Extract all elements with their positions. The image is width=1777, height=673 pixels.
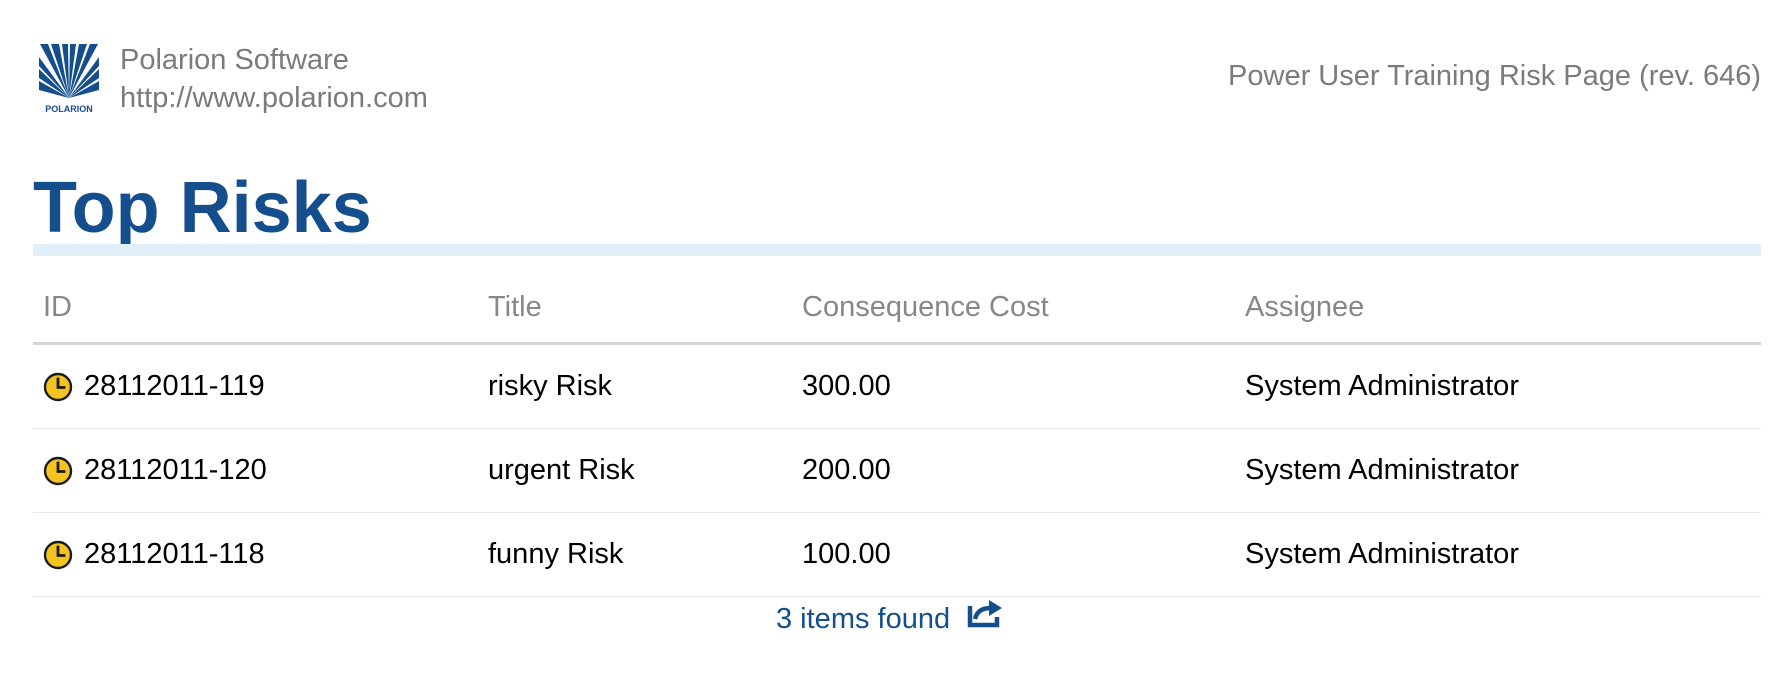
polarion-logo-icon: POLARION <box>39 44 99 114</box>
risk-id-cell: 28112011-119 <box>43 345 265 428</box>
title-underline <box>33 244 1761 256</box>
logo-text: POLARION <box>45 104 93 114</box>
clock-icon <box>43 540 73 569</box>
column-header-title[interactable]: Title <box>488 272 542 342</box>
risk-title-cell: risky Risk <box>488 370 613 402</box>
risk-id-cell: 28112011-120 <box>43 429 267 512</box>
risk-assignee-cell: System Administrator <box>1245 538 1519 570</box>
risk-id-cell: 28112011-118 <box>43 513 265 596</box>
risk-id-link[interactable]: 28112011-119 <box>84 370 265 403</box>
clock-icon <box>43 372 73 401</box>
page-reference: Power User Training Risk Page (rev. 646) <box>1228 60 1761 92</box>
risk-assignee-cell: System Administrator <box>1245 370 1519 402</box>
export-icon[interactable] <box>966 598 1006 628</box>
risk-id-link[interactable]: 28112011-118 <box>84 538 265 571</box>
table-row[interactable]: 28112011-119 risky Risk 300.00 System Ad… <box>33 345 1761 429</box>
company-url[interactable]: http://www.polarion.com <box>120 79 428 117</box>
table-header-row: ID Title Consequence Cost Assignee <box>33 272 1761 345</box>
items-found-link[interactable]: 3 items found <box>776 603 950 636</box>
column-header-id[interactable]: ID <box>43 272 72 342</box>
risk-cost-cell: 100.00 <box>802 538 891 570</box>
risk-title-cell: urgent Risk <box>488 454 635 486</box>
risk-cost-cell: 200.00 <box>802 454 891 486</box>
clock-icon <box>43 456 73 485</box>
risk-report-page: POLARION Polarion Software http://www.po… <box>0 0 1777 673</box>
table-row[interactable]: 28112011-120 urgent Risk 200.00 System A… <box>33 429 1761 513</box>
risk-title-cell: funny Risk <box>488 538 624 570</box>
results-summary: 3 items found <box>776 599 1006 636</box>
risk-cost-cell: 300.00 <box>802 370 891 402</box>
risk-assignee-cell: System Administrator <box>1245 454 1519 486</box>
column-header-consequence-cost[interactable]: Consequence Cost <box>802 272 1049 342</box>
table-row[interactable]: 28112011-118 funny Risk 100.00 System Ad… <box>33 513 1761 597</box>
risks-table: ID Title Consequence Cost Assignee 28112… <box>33 272 1761 597</box>
page-title: Top Risks <box>33 168 372 248</box>
company-info: Polarion Software http://www.polarion.co… <box>120 41 428 117</box>
company-name: Polarion Software <box>120 44 349 76</box>
risk-id-link[interactable]: 28112011-120 <box>84 454 267 487</box>
column-header-assignee[interactable]: Assignee <box>1245 272 1364 342</box>
